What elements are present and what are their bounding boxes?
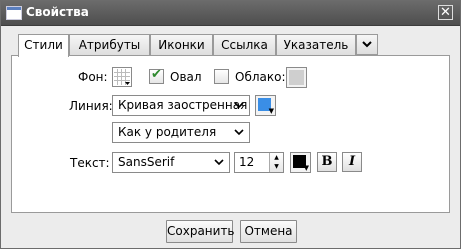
- cancel-button[interactable]: Отмена: [240, 220, 297, 243]
- tab-pointer[interactable]: Указатель: [276, 34, 356, 55]
- title-bar[interactable]: Свойства ✕: [1, 1, 460, 26]
- cloud-color-button[interactable]: [286, 67, 307, 88]
- fill-color-button[interactable]: [112, 67, 132, 87]
- dropdown-icon: ▼: [303, 164, 309, 172]
- check-icon: ✔: [151, 67, 162, 82]
- tab-icons[interactable]: Иконки: [150, 34, 213, 55]
- cloud-label: Облако:: [235, 70, 286, 84]
- tab-attributes[interactable]: Атрибуты: [69, 34, 150, 55]
- properties-dialog: Свойства ✕ Стили Атрибуты Иконки Ссылка …: [0, 0, 461, 249]
- chevron-down-icon: [234, 129, 244, 136]
- spin-up-icon[interactable]: ▲: [270, 153, 283, 162]
- line-label: Линия:: [69, 99, 113, 113]
- tab-styles[interactable]: Стили: [18, 34, 69, 57]
- spin-down-icon[interactable]: ▼: [270, 162, 283, 171]
- line-width-value: Как у родителя: [118, 125, 217, 139]
- font-size-spinner[interactable]: 12 ▲ ▼: [234, 152, 284, 173]
- close-button[interactable]: ✕: [438, 5, 453, 20]
- bold-button[interactable]: B: [317, 152, 337, 172]
- grid-icon: [114, 69, 130, 85]
- chevron-down-icon: [214, 159, 224, 166]
- tabs-more-button[interactable]: [356, 34, 378, 55]
- dropdown-icon: ▼: [268, 107, 274, 115]
- tab-link[interactable]: Ссылка: [213, 34, 276, 55]
- cloud-checkbox[interactable]: [214, 69, 229, 84]
- line-color-button[interactable]: ▼: [255, 95, 276, 116]
- line-type-value: Кривая заостренная: [118, 98, 248, 112]
- oval-label: Овал: [170, 70, 202, 84]
- line-type-select[interactable]: Кривая заостренная: [112, 95, 250, 116]
- spin-buttons[interactable]: ▲ ▼: [269, 153, 283, 172]
- text-label: Текст:: [70, 156, 110, 170]
- chevron-down-icon: [234, 102, 244, 109]
- italic-button[interactable]: I: [342, 152, 362, 172]
- chevron-down-icon: [362, 41, 372, 48]
- cloud-color-swatch: [289, 70, 304, 85]
- styles-panel: Фон: ✔ Овал Облако: Линия: Кривая заостр…: [11, 55, 450, 213]
- font-value: SansSerif: [118, 155, 175, 169]
- window-icon: [6, 6, 22, 20]
- dialog-title: Свойства: [26, 5, 89, 19]
- save-button[interactable]: Сохранить: [166, 220, 235, 243]
- font-select[interactable]: SansSerif: [112, 152, 230, 173]
- fill-label: Фон:: [78, 70, 108, 84]
- line-width-select[interactable]: Как у родителя: [112, 122, 250, 143]
- font-size-value: 12: [239, 155, 255, 169]
- text-color-button[interactable]: ▼: [290, 152, 311, 173]
- oval-checkbox[interactable]: ✔: [149, 67, 164, 84]
